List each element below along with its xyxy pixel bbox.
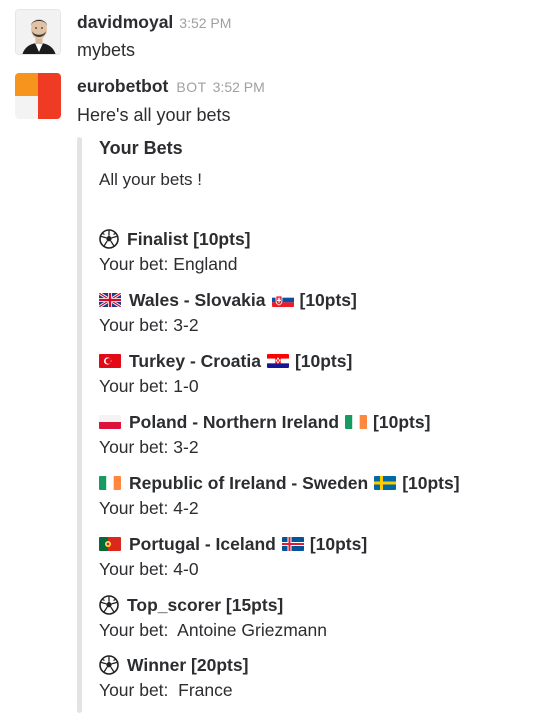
bet-value: 3-2 <box>168 315 199 335</box>
bet-item: Wales - Slovakia [10pts] Your bet: 3-2 <box>99 287 539 337</box>
attachment-text: All your bets ! <box>99 170 202 189</box>
timestamp[interactable]: 3:52 PM <box>213 79 265 95</box>
soccer-ball-icon <box>99 595 119 615</box>
bet-item: Republic of Ireland - Sweden [10pts] Your … <box>99 470 539 520</box>
bet-label: Your bet: <box>99 254 169 274</box>
attachment-bar <box>77 137 82 713</box>
bet-item: Top_scorer [15pts] Your bet: Antoine Grie… <box>99 592 539 642</box>
bet-line: Your bet: 4-2 <box>99 496 539 520</box>
bet-label: Your bet: <box>99 437 169 457</box>
flag-uk-icon <box>99 293 121 307</box>
bet-match-label: Poland - Northern Ireland <box>129 412 340 432</box>
user-avatar[interactable] <box>15 9 61 55</box>
bot-avatar[interactable] <box>15 73 61 119</box>
bet-line: Your bet: 1-0 <box>99 374 539 398</box>
bet-points: [10pts] <box>193 229 251 249</box>
bet-label: Your bet: <box>99 559 169 579</box>
bet-points: [10pts] <box>309 534 368 554</box>
flag-poland-icon <box>99 415 121 429</box>
bet-match-label: Turkey - Croatia <box>129 351 261 371</box>
bet-title: Poland - Northern Ireland [10pts] <box>99 409 539 435</box>
username[interactable]: eurobetbot <box>77 76 168 96</box>
bet-value: 1-0 <box>168 376 199 396</box>
bet-label: Your bet: <box>99 498 169 518</box>
bet-points: [20pts] <box>191 655 249 675</box>
bet-label: Your bet: <box>99 680 174 700</box>
bet-line: Your bet: England <box>99 252 539 276</box>
message-text: Here's all your bets <box>77 105 231 125</box>
bet-value: France <box>173 680 233 700</box>
flag-turkey-icon <box>99 354 121 368</box>
bet-match-label: Winner <box>127 655 187 675</box>
bet-line: Your bet: 4-0 <box>99 557 539 581</box>
attachment-title: Your Bets <box>99 138 183 158</box>
bet-points: [10pts] <box>299 290 357 310</box>
bet-title: Finalist [10pts] <box>99 226 539 252</box>
bet-item: Winner [20pts] Your bet: France <box>99 652 539 702</box>
bet-points: [10pts] <box>294 351 353 371</box>
bot-badge: BOT <box>176 79 207 95</box>
flag-slovakia-icon <box>271 293 294 307</box>
bet-item: Finalist [10pts] Your bet: England <box>99 226 539 276</box>
bet-points: [10pts] <box>402 473 460 493</box>
bet-title: Top_scorer [15pts] <box>99 592 539 618</box>
bet-item: Turkey - Croatia [10pts] Your bet: 1-0 <box>99 348 539 398</box>
bet-item: Poland - Northern Ireland [10pts] Your bet… <box>99 409 539 459</box>
bet-value: England <box>168 254 238 274</box>
flag-ireland-icon <box>99 476 121 490</box>
bet-label: Your bet: <box>99 620 174 640</box>
bet-title: Portugal - Iceland [10pts] <box>99 531 539 557</box>
flag-iceland-icon <box>281 537 304 551</box>
message-header: davidmoyal 3:52 PM <box>77 12 231 33</box>
bet-value: 3-2 <box>168 437 199 457</box>
flag-ireland-icon <box>345 415 368 429</box>
bet-value: Antoine Griezmann <box>173 620 327 640</box>
bet-title: Winner [20pts] <box>99 652 539 678</box>
flag-sweden-icon <box>374 476 397 490</box>
bet-points: [10pts] <box>373 412 431 432</box>
flag-portugal-icon <box>99 537 121 551</box>
bet-title: Turkey - Croatia [10pts] <box>99 348 539 374</box>
bet-label: Your bet: <box>99 315 169 335</box>
bet-match-label: Top_scorer <box>127 595 222 615</box>
bet-line: Your bet: France <box>99 678 539 702</box>
bet-points: [15pts] <box>225 595 284 615</box>
message-text: mybets <box>77 40 136 60</box>
bet-value: 4-0 <box>168 559 199 579</box>
bet-title: Wales - Slovakia [10pts] <box>99 287 539 313</box>
username[interactable]: davidmoyal <box>77 12 173 32</box>
soccer-ball-icon <box>99 655 119 675</box>
bet-label: Your bet: <box>99 376 169 396</box>
soccer-ball-icon <box>99 229 119 249</box>
bet-line: Your bet: 3-2 <box>99 313 539 337</box>
bet-match-label: Republic of Ireland - Sweden <box>129 473 369 493</box>
bet-title: Republic of Ireland - Sweden [10pts] <box>99 470 539 496</box>
bet-line: Your bet: Antoine Griezmann <box>99 618 539 642</box>
message-header: eurobetbot BOT 3:52 PM <box>77 76 265 97</box>
bet-match-label: Portugal - Iceland <box>129 534 276 554</box>
bet-match-label: Finalist <box>127 229 189 249</box>
bet-item: Portugal - Iceland [10pts] Your bet: 4-0 <box>99 531 539 581</box>
bet-match-label: Wales - Slovakia <box>129 290 266 310</box>
flag-croatia-icon <box>266 354 289 368</box>
timestamp[interactable]: 3:52 PM <box>179 15 231 31</box>
bet-line: Your bet: 3-2 <box>99 435 539 459</box>
bet-value: 4-2 <box>168 498 199 518</box>
